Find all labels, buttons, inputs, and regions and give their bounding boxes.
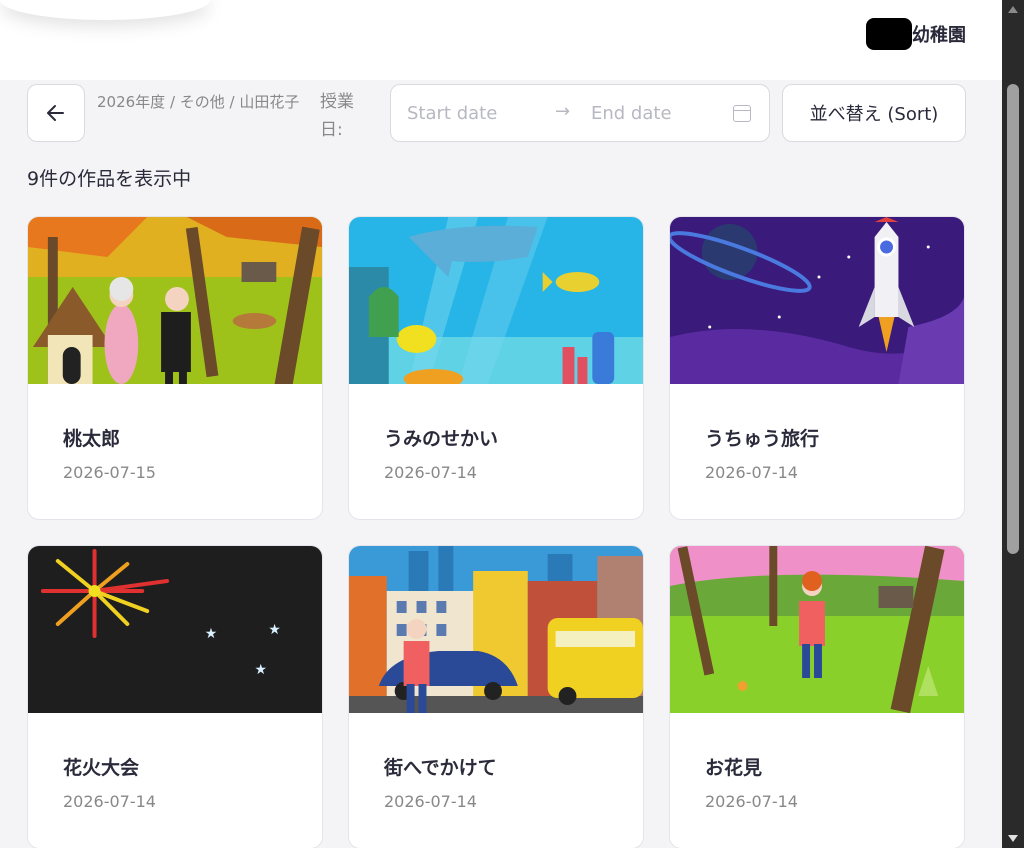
card-thumbnail	[670, 546, 964, 713]
card-thumbnail	[670, 217, 964, 384]
scroll-up-icon[interactable]	[1008, 6, 1018, 13]
result-count: 9件の作品を表示中	[27, 168, 192, 190]
svg-text:★: ★	[254, 662, 266, 678]
card-date: 2026-07-15	[63, 463, 156, 482]
artwork-card[interactable]: 街へでかけて 2026-07-14	[348, 545, 644, 848]
start-date-input[interactable]: Start date	[407, 103, 497, 124]
artwork-card[interactable]: 桃太郎 2026-07-15	[27, 216, 323, 520]
vertical-scrollbar[interactable]	[1002, 0, 1024, 848]
card-title: うちゅう旅行	[705, 428, 820, 450]
card-title: 街へでかけて	[384, 757, 497, 779]
app-header: 幼稚園	[0, 0, 1002, 80]
artwork-card[interactable]: ★ ★ ★ 花火大会 2026-07-14	[27, 545, 323, 848]
svg-text:★: ★	[268, 622, 280, 638]
redacted-block	[866, 18, 912, 50]
organization-name: 幼稚園	[866, 18, 966, 50]
card-date: 2026-07-14	[705, 463, 798, 482]
card-thumbnail	[28, 217, 322, 384]
card-thumbnail	[349, 217, 643, 384]
card-date: 2026-07-14	[63, 792, 156, 811]
class-date-label: 授業日:	[320, 92, 354, 140]
filter-toolbar: 2026年度 / その他 / 山田花子 授業日: Start date → En…	[27, 84, 967, 144]
card-date: 2026-07-14	[705, 792, 798, 811]
scroll-down-icon[interactable]	[1008, 835, 1018, 842]
scroll-thumb[interactable]	[1007, 84, 1019, 554]
header-decoration	[0, 0, 210, 20]
end-date-input[interactable]: End date	[591, 103, 672, 124]
card-title: お花見	[705, 757, 763, 779]
card-date: 2026-07-14	[384, 463, 477, 482]
breadcrumb: 2026年度 / その他 / 山田花子	[97, 93, 300, 111]
org-name-text: 幼稚園	[912, 25, 966, 46]
artwork-card[interactable]: お花見 2026-07-14	[669, 545, 965, 848]
card-title: 花火大会	[63, 757, 140, 779]
sort-button[interactable]: 並べ替え (Sort)	[782, 84, 966, 142]
arrow-right-icon: →	[555, 101, 571, 122]
artwork-card[interactable]: うみのせかい 2026-07-14	[348, 216, 644, 520]
arrow-left-icon	[47, 105, 64, 121]
date-range-picker[interactable]: Start date → End date	[390, 84, 770, 142]
card-date: 2026-07-14	[384, 792, 477, 811]
card-thumbnail: ★ ★ ★	[28, 546, 322, 713]
svg-text:★: ★	[205, 626, 217, 642]
artwork-card[interactable]: うちゅう旅行 2026-07-14	[669, 216, 965, 520]
back-button[interactable]	[27, 84, 85, 142]
card-title: うみのせかい	[384, 428, 499, 450]
calendar-icon[interactable]	[733, 105, 751, 122]
card-title: 桃太郎	[63, 428, 121, 450]
card-thumbnail	[349, 546, 643, 713]
